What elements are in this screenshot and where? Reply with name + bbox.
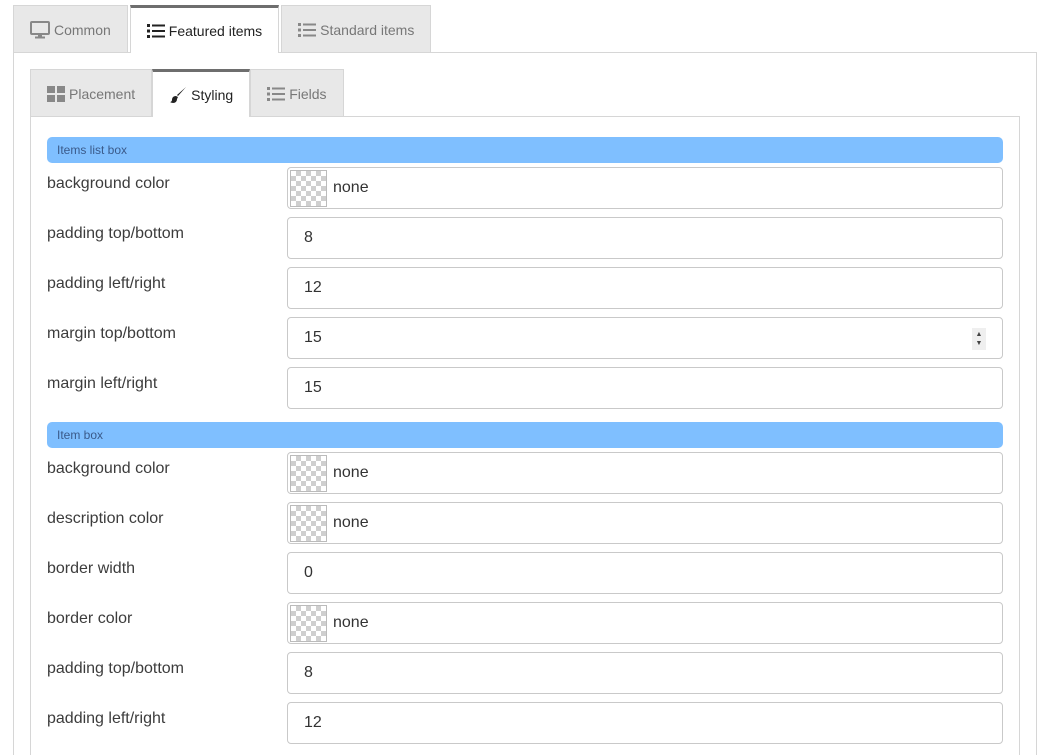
input-value: 12 (304, 279, 322, 296)
field-label: margin top/bottom (47, 325, 176, 342)
field-label: padding top/bottom (47, 225, 184, 242)
tab-placement[interactable]: Placement (30, 69, 153, 117)
form-row-item-padding-top-bottom: padding top/bottom 8 (47, 652, 1003, 694)
section-header-item-box: Item box (47, 422, 1003, 448)
field-label: description color (47, 510, 164, 527)
tab-label: Fields (289, 85, 327, 102)
tab-label: Placement (69, 85, 136, 102)
item-padding-left-right-input[interactable]: 12 (287, 702, 1003, 744)
input-value: 15 (304, 329, 322, 346)
padding-top-bottom-input[interactable]: 8 (287, 217, 1003, 259)
spin-down-icon[interactable]: ▼ (976, 339, 983, 348)
tab-standard-items[interactable]: Standard items (281, 5, 432, 53)
form-row-margin-top-bottom: margin top/bottom 15 ▲ ▼ (47, 317, 1003, 359)
form-row-item-background-color: background color none (47, 452, 1003, 494)
tab-styling[interactable]: Styling (152, 69, 251, 117)
border-width-input[interactable]: 0 (287, 552, 1003, 594)
input-value: 15 (304, 379, 322, 396)
tab-label: Common (54, 21, 111, 38)
form-row-description-color: description color none (47, 502, 1003, 544)
tab-featured-items[interactable]: Featured items (129, 5, 280, 53)
item-background-color-picker[interactable]: none (287, 452, 1003, 494)
field-label: margin left/right (47, 375, 158, 392)
tab-label: Featured items (168, 22, 263, 39)
list-icon (298, 22, 317, 38)
margin-left-right-input[interactable]: 15 (287, 367, 1003, 409)
field-label: border color (47, 610, 133, 627)
section-header-items-list-box: Items list box (47, 137, 1003, 163)
background-color-picker[interactable]: none (287, 167, 1003, 209)
color-value: none (333, 464, 369, 481)
spin-up-icon[interactable]: ▲ (976, 330, 983, 339)
form-row-margin-left-right: margin left/right 15 (47, 367, 1003, 409)
list-icon (267, 86, 286, 102)
field-label: padding left/right (47, 710, 166, 727)
top-tab-bar: Common Featured items Standard items (13, 5, 433, 53)
form-row-padding-left-right: padding left/right 12 (47, 267, 1003, 309)
list-icon (146, 23, 165, 39)
input-value: 8 (304, 229, 313, 246)
form-row-border-width: border width 0 (47, 552, 1003, 594)
field-label: padding top/bottom (47, 660, 184, 677)
color-swatch[interactable] (290, 169, 327, 207)
tab-fields[interactable]: Fields (250, 69, 344, 117)
input-value: 12 (304, 714, 322, 731)
field-label: border width (47, 560, 136, 577)
form-row-padding-top-bottom: padding top/bottom 8 (47, 217, 1003, 259)
color-value: none (333, 614, 369, 631)
field-label: padding left/right (47, 275, 166, 292)
field-label: background color (47, 460, 170, 477)
padding-left-right-input[interactable]: 12 (287, 267, 1003, 309)
input-value: 0 (304, 564, 313, 581)
brush-icon (169, 86, 187, 104)
input-value: 8 (304, 664, 313, 681)
sub-tab-bar: Placement Styling Fields (30, 69, 344, 117)
color-swatch[interactable] (290, 604, 327, 642)
color-value: none (333, 514, 369, 531)
color-swatch[interactable] (290, 504, 327, 542)
form-row-item-padding-left-right: padding left/right 12 (47, 702, 1003, 744)
tab-label: Styling (191, 86, 234, 103)
number-spinner[interactable]: ▲ ▼ (972, 328, 986, 350)
color-value: none (333, 179, 369, 196)
monitor-icon (30, 20, 50, 39)
description-color-picker[interactable]: none (287, 502, 1003, 544)
item-padding-top-bottom-input[interactable]: 8 (287, 652, 1003, 694)
form-row-background-color: background color none (47, 167, 1003, 209)
field-label: background color (47, 175, 170, 192)
color-swatch[interactable] (290, 454, 327, 492)
tab-common[interactable]: Common (13, 5, 128, 53)
tab-label: Standard items (320, 21, 415, 38)
form-row-border-color: border color none (47, 602, 1003, 644)
margin-top-bottom-input[interactable]: 15 ▲ ▼ (287, 317, 1003, 359)
grid-icon (47, 85, 65, 102)
border-color-picker[interactable]: none (287, 602, 1003, 644)
